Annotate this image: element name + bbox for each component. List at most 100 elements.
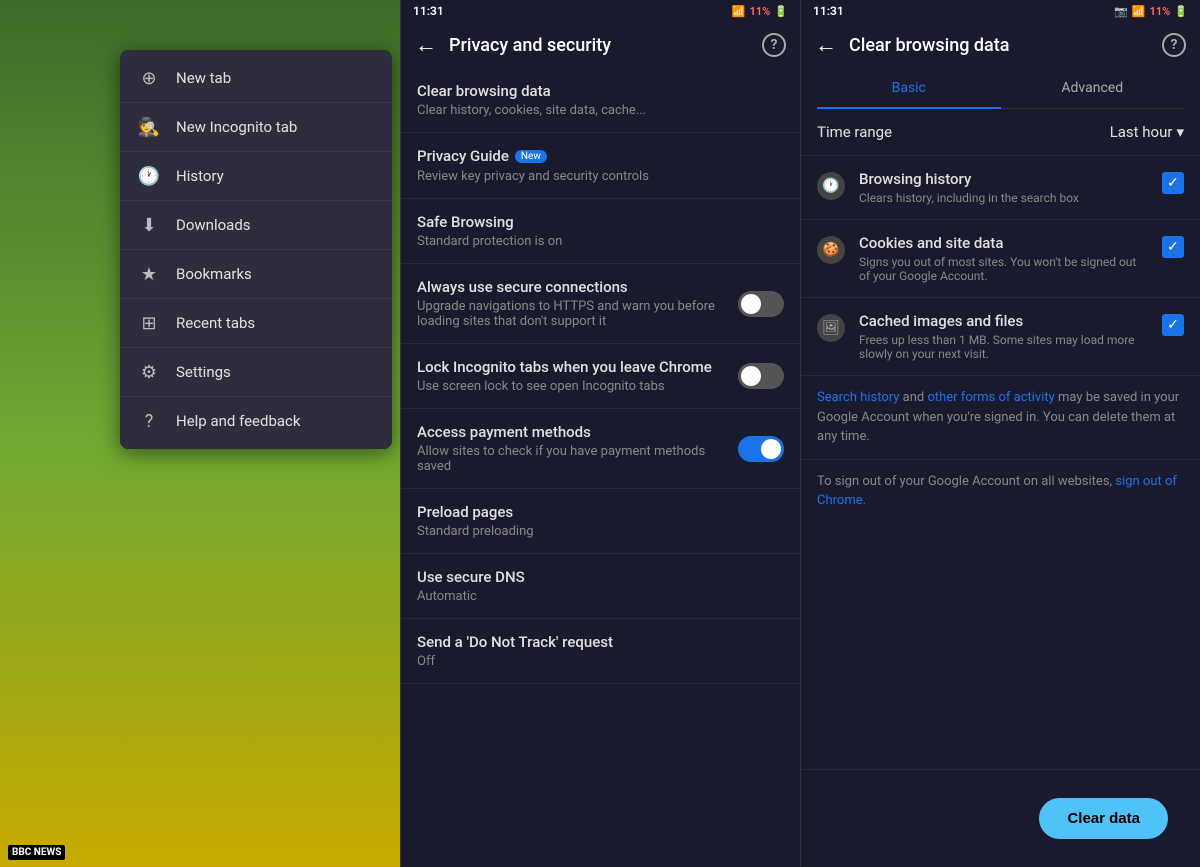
settings-icon: ⚙ — [138, 361, 160, 383]
payment-methods-label: Access payment methods — [417, 423, 726, 441]
time-2: 11:31 — [413, 4, 444, 18]
panel-clear-browsing: 11:31 📷 📶 11% 🔋 ← Clear browsing data ? … — [800, 0, 1200, 867]
menu-item-settings[interactable]: ⚙ Settings — [120, 348, 392, 397]
secure-dns-label: Use secure DNS — [417, 568, 784, 586]
wifi-icon-2: 📶 — [732, 5, 746, 18]
menu-item-downloads[interactable]: ⬇ Downloads — [120, 201, 392, 250]
secure-conn-label: Always use secure connections — [417, 278, 726, 296]
panel-privacy-security: 11:31 📶 11% 🔋 ← Privacy and security ? C… — [400, 0, 800, 867]
settings-item-clear-browsing[interactable]: Clear browsing data Clear history, cooki… — [401, 68, 800, 133]
cached-sub: Frees up less than 1 MB. Some sites may … — [859, 333, 1148, 361]
settings-item-secure-connections[interactable]: Always use secure connections Upgrade na… — [401, 264, 800, 344]
cached-title: Cached images and files — [859, 312, 1148, 330]
menu-item-recent-tabs[interactable]: ⊞ Recent tabs — [120, 299, 392, 348]
time-range-label: Time range — [817, 123, 892, 141]
search-history-link[interactable]: Search history — [817, 390, 899, 405]
privacy-guide-label: Privacy Guide — [417, 147, 509, 165]
checkbox-browsing-history[interactable]: 🕐 Browsing history Clears history, inclu… — [801, 156, 1200, 220]
settings-item-preload-pages[interactable]: Preload pages Standard preloading — [401, 489, 800, 554]
payment-methods-toggle[interactable] — [738, 436, 784, 462]
cookies-text: Cookies and site data Signs you out of m… — [859, 234, 1148, 283]
clear-browsing-label: Clear browsing data — [417, 82, 784, 100]
other-forms-link[interactable]: other forms of activity — [927, 390, 1054, 405]
settings-item-privacy-guide[interactable]: Privacy Guide New Review key privacy and… — [401, 133, 800, 199]
sign-out-text: To sign out of your Google Account on al… — [801, 460, 1200, 523]
help-circle-icon-3[interactable]: ? — [1162, 33, 1186, 57]
checkmark-2: ✓ — [1167, 239, 1179, 255]
clear-browsing-title: Clear browsing data — [849, 35, 1150, 56]
dnt-label: Send a 'Do Not Track' request — [417, 633, 784, 651]
menu-item-help[interactable]: ? Help and feedback — [120, 397, 392, 445]
tab-advanced[interactable]: Advanced — [1001, 68, 1185, 108]
history-icon: 🕐 — [138, 165, 160, 187]
help-circle-icon[interactable]: ? — [762, 33, 786, 57]
menu-item-history[interactable]: 🕐 History — [120, 152, 392, 201]
menu-label-settings: Settings — [176, 363, 231, 381]
privacy-header: ← Privacy and security ? — [401, 22, 800, 68]
wifi-icon-3: 📶 — [1132, 5, 1146, 18]
settings-item-do-not-track[interactable]: Send a 'Do Not Track' request Off — [401, 619, 800, 684]
dropdown-menu: ⊕ New tab 🕵 New Incognito tab 🕐 History … — [120, 50, 392, 449]
checkbox-cached[interactable]: 🖼 Cached images and files Frees up less … — [801, 298, 1200, 376]
menu-label-recent-tabs: Recent tabs — [176, 314, 255, 332]
lock-incognito-toggle[interactable] — [738, 363, 784, 389]
tab-basic[interactable]: Basic — [817, 68, 1001, 108]
cookie-icon: 🍪 — [817, 236, 845, 264]
secure-dns-sub: Automatic — [417, 589, 784, 604]
battery-icon-3: 🔋 — [1174, 5, 1188, 18]
tabs-row: Basic Advanced — [817, 68, 1184, 109]
checkbox-browsing-history-box[interactable]: ✓ — [1162, 172, 1184, 194]
downloads-icon: ⬇ — [138, 214, 160, 236]
settings-item-secure-dns[interactable]: Use secure DNS Automatic — [401, 554, 800, 619]
battery-2: 11% — [750, 5, 771, 18]
panel3-content: Time range Last hour ▾ 🕐 Browsing histor… — [801, 109, 1200, 769]
bookmarks-icon: ★ — [138, 263, 160, 285]
recent-tabs-icon: ⊞ — [138, 312, 160, 334]
time-range-row[interactable]: Time range Last hour ▾ — [801, 109, 1200, 156]
status-bar-2: 11:31 📶 11% 🔋 — [401, 0, 800, 22]
settings-item-payment-methods[interactable]: Access payment methods Allow sites to ch… — [401, 409, 800, 489]
settings-item-lock-incognito[interactable]: Lock Incognito tabs when you leave Chrom… — [401, 344, 800, 409]
checkbox-cookies[interactable]: 🍪 Cookies and site data Signs you out of… — [801, 220, 1200, 298]
status-bar-3: 11:31 📷 📶 11% 🔋 — [801, 0, 1200, 22]
menu-label-bookmarks: Bookmarks — [176, 265, 252, 283]
menu-item-new-tab[interactable]: ⊕ New tab — [120, 54, 392, 103]
toggle-knob-3 — [761, 439, 781, 459]
time-range-value: Last hour — [1110, 123, 1173, 141]
settings-item-safe-browsing[interactable]: Safe Browsing Standard protection is on — [401, 199, 800, 264]
help-icon-menu: ? — [138, 410, 160, 432]
browsing-history-sub: Clears history, including in the search … — [859, 191, 1148, 205]
info-text: Search history and other forms of activi… — [801, 376, 1200, 460]
clear-browsing-sub: Clear history, cookies, site data, cache… — [417, 103, 784, 118]
secure-conn-sub: Upgrade navigations to HTTPS and warn yo… — [417, 299, 726, 329]
toggle-knob — [741, 294, 761, 314]
history-circle-icon: 🕐 — [817, 172, 845, 200]
menu-item-bookmarks[interactable]: ★ Bookmarks — [120, 250, 392, 299]
new-badge: New — [515, 150, 547, 163]
settings-list: Clear browsing data Clear history, cooki… — [401, 68, 800, 684]
clear-data-button[interactable]: Clear data — [1039, 798, 1168, 839]
menu-item-incognito[interactable]: 🕵 New Incognito tab — [120, 103, 392, 152]
time-3: 11:31 — [813, 4, 844, 18]
secure-conn-toggle[interactable] — [738, 291, 784, 317]
time-range-select[interactable]: Last hour ▾ — [1110, 123, 1184, 141]
cookies-sub: Signs you out of most sites. You won't b… — [859, 255, 1148, 283]
preload-sub: Standard preloading — [417, 524, 784, 539]
payment-methods-sub: Allow sites to check if you have payment… — [417, 444, 726, 474]
toggle-knob-2 — [741, 366, 761, 386]
checkbox-cookies-box[interactable]: ✓ — [1162, 236, 1184, 258]
clear-browsing-header: ← Clear browsing data ? — [801, 22, 1200, 68]
menu-label-help: Help and feedback — [176, 412, 301, 430]
menu-label-history: History — [176, 167, 224, 185]
checkbox-cached-box[interactable]: ✓ — [1162, 314, 1184, 336]
lock-incognito-label: Lock Incognito tabs when you leave Chrom… — [417, 358, 726, 376]
privacy-title: Privacy and security — [449, 35, 750, 56]
browsing-history-text: Browsing history Clears history, includi… — [859, 170, 1148, 205]
browsing-history-title: Browsing history — [859, 170, 1148, 188]
status-icons-2: 📶 11% 🔋 — [732, 5, 788, 18]
cookies-title: Cookies and site data — [859, 234, 1148, 252]
back-button-3[interactable]: ← — [815, 32, 837, 58]
preload-label: Preload pages — [417, 503, 784, 521]
panel3-footer: Clear data — [801, 769, 1200, 867]
back-button-2[interactable]: ← — [415, 32, 437, 58]
